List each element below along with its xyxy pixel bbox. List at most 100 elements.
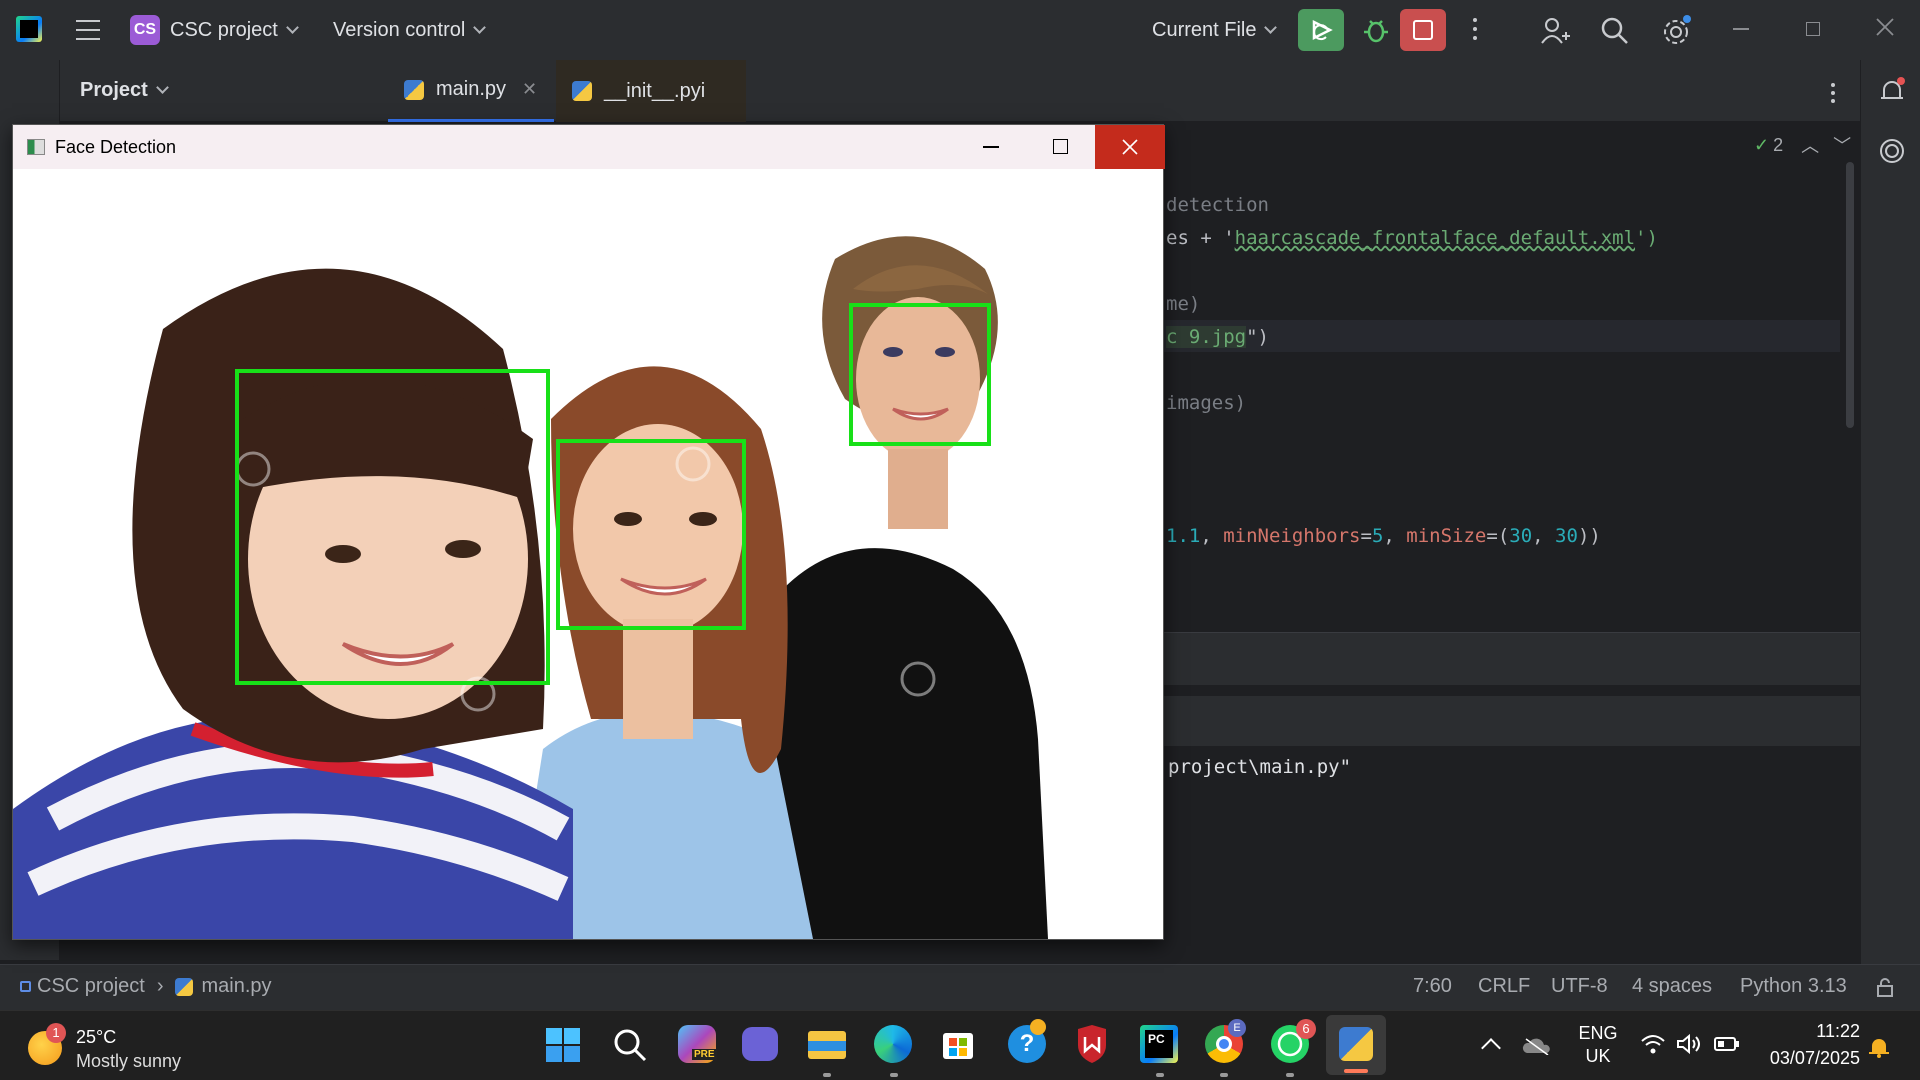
- notifications-bell-icon[interactable]: [1877, 76, 1907, 106]
- code-number: 30: [1509, 525, 1533, 547]
- taskbar-search-button[interactable]: [612, 1027, 648, 1063]
- python-stub-file-icon: [572, 81, 592, 101]
- running-indicator: [1156, 1073, 1164, 1077]
- clock-time: 11:22: [1816, 1021, 1860, 1041]
- code-line: es + 'haarcascade_frontalface_default.xm…: [1166, 227, 1658, 249]
- tab-init-pyi[interactable]: __init__.pyi: [556, 60, 746, 122]
- chrome-profile-badge: E: [1228, 1019, 1246, 1037]
- main-menu-icon[interactable]: [76, 18, 100, 40]
- mcafee-shield-icon[interactable]: [1075, 1025, 1109, 1063]
- windows-taskbar: 1 25°C Mostly sunny PRE ? PC E 6 ENG UK …: [0, 1010, 1920, 1080]
- search-icon: [614, 1029, 647, 1062]
- volume-icon[interactable]: [1676, 1033, 1702, 1055]
- teams-chat-icon[interactable]: [742, 1027, 778, 1061]
- code-string: c 9.jpg: [1166, 326, 1247, 348]
- language-top: ENG: [1578, 1023, 1618, 1043]
- project-selector[interactable]: CS CSC project: [130, 14, 299, 46]
- next-highlight-icon[interactable]: ﹀: [1833, 132, 1851, 158]
- close-window-button[interactable]: [1874, 16, 1896, 38]
- running-indicator: [1286, 1073, 1294, 1077]
- settings-gear-icon[interactable]: [1660, 15, 1692, 47]
- right-tool-strip: [1860, 60, 1920, 964]
- clock[interactable]: 11:22 03/07/2025: [1752, 1021, 1860, 1069]
- python-app-taskbar-button[interactable]: [1326, 1015, 1386, 1075]
- show-hidden-icons-chevron-icon[interactable]: [1481, 1038, 1501, 1058]
- tab-main-py[interactable]: main.py ✕: [388, 60, 554, 122]
- code-text: ,: [1532, 525, 1556, 547]
- stop-button[interactable]: [1400, 9, 1446, 51]
- project-panel-header[interactable]: Project: [80, 74, 169, 106]
- previous-highlight-icon[interactable]: ︿: [1801, 132, 1819, 158]
- indent-setting[interactable]: 4 spaces: [1632, 975, 1712, 998]
- weather-description: Mostly sunny: [76, 1051, 182, 1071]
- face-detection-window[interactable]: Face Detection: [12, 124, 1165, 940]
- code-number: 30: [1555, 525, 1578, 547]
- restore-window-button[interactable]: [1806, 22, 1820, 36]
- close-tab-icon[interactable]: ✕: [522, 79, 537, 100]
- onedrive-icon[interactable]: [1522, 1037, 1552, 1056]
- search-everywhere-icon[interactable]: [1600, 16, 1630, 46]
- code-line: detection: [1166, 194, 1269, 216]
- notification-center-bell-icon[interactable]: [1868, 1035, 1890, 1059]
- project-badge: CS: [130, 15, 160, 45]
- windows-logo-icon: [546, 1028, 580, 1062]
- python-interpreter[interactable]: Python 3.13: [1740, 975, 1847, 998]
- language-bottom: UK: [1585, 1046, 1611, 1066]
- file-explorer-icon[interactable]: [808, 1027, 846, 1059]
- code-text: =: [1360, 525, 1372, 547]
- minimize-window-button[interactable]: [1733, 28, 1749, 30]
- ide-title-bar: CS CSC project Version control Current F…: [0, 0, 1920, 60]
- caret-position[interactable]: 7:60: [1413, 975, 1452, 998]
- line-separator[interactable]: CRLF: [1478, 975, 1530, 998]
- start-button[interactable]: [545, 1027, 581, 1063]
- code-text: "): [1246, 326, 1269, 348]
- more-actions-icon[interactable]: [1470, 16, 1480, 44]
- editor-tab-row: Project main.py ✕ __init__.pyi: [0, 60, 1920, 122]
- inspection-widget[interactable]: ✓ 2 ︿ ﹀: [1754, 132, 1851, 158]
- breadcrumb-separator-icon: ›: [156, 975, 164, 997]
- microsoft-store-icon[interactable]: [940, 1027, 976, 1061]
- chevron-down-icon: [1264, 20, 1278, 34]
- rerun-button[interactable]: [1298, 9, 1344, 51]
- pycharm-taskbar-icon[interactable]: PC: [1140, 1025, 1178, 1063]
- weather-widget[interactable]: 1 25°C Mostly sunny: [28, 1021, 208, 1071]
- face-detection-title-bar[interactable]: Face Detection: [13, 125, 1165, 169]
- ai-assistant-icon[interactable]: [1877, 136, 1907, 166]
- editor-scrollbar[interactable]: [1846, 162, 1854, 428]
- tab-actions-menu-icon[interactable]: [1830, 82, 1836, 104]
- file-encoding[interactable]: UTF-8: [1551, 975, 1608, 998]
- breadcrumb-file[interactable]: main.py: [201, 975, 271, 998]
- language-indicator[interactable]: ENG UK: [1576, 1023, 1620, 1067]
- close-button[interactable]: [1095, 125, 1165, 169]
- edge-browser-icon[interactable]: [874, 1025, 912, 1063]
- clock-date: 03/07/2025: [1769, 1048, 1860, 1068]
- code-text: )): [1577, 525, 1601, 547]
- code-line: 1.1, minNeighbors=5, minSize=(30, 30)): [1166, 525, 1601, 547]
- python-file-icon: [404, 79, 424, 100]
- version-control-label: Version control: [333, 18, 466, 41]
- bug-icon: [1364, 20, 1388, 43]
- rerun-icon: [1312, 19, 1333, 41]
- code-string: haarcascade_frontalface_default.xml: [1234, 227, 1636, 249]
- wifi-icon[interactable]: [1640, 1033, 1666, 1055]
- lock-icon[interactable]: [1876, 977, 1894, 997]
- weather-badge: 1: [46, 1023, 66, 1043]
- pycharm-label: PC: [1145, 1030, 1173, 1058]
- version-control-menu[interactable]: Version control: [333, 14, 487, 46]
- maximize-button[interactable]: [1053, 139, 1068, 154]
- battery-icon[interactable]: [1714, 1036, 1740, 1052]
- face-detection-box: [235, 369, 550, 685]
- code-param: minNeighbors: [1223, 525, 1361, 547]
- add-user-icon[interactable]: [1540, 16, 1570, 46]
- breadcrumb-project[interactable]: CSC project: [37, 975, 145, 998]
- code-text: =(: [1486, 525, 1510, 547]
- copilot-app-icon[interactable]: PRE: [678, 1025, 717, 1063]
- run-configuration-selector[interactable]: Current File: [1152, 14, 1278, 46]
- code-editor[interactable]: ✓ 2 ︿ ﹀ detection es + 'haarcascade_fron…: [1160, 122, 1860, 964]
- weather-temperature: 25°C: [76, 1027, 117, 1047]
- minimize-button[interactable]: [983, 146, 999, 148]
- debug-button[interactable]: [1358, 12, 1394, 48]
- pycharm-logo-icon[interactable]: [16, 16, 42, 42]
- run-configuration-label: Current File: [1152, 18, 1257, 41]
- code-line: me): [1166, 293, 1201, 315]
